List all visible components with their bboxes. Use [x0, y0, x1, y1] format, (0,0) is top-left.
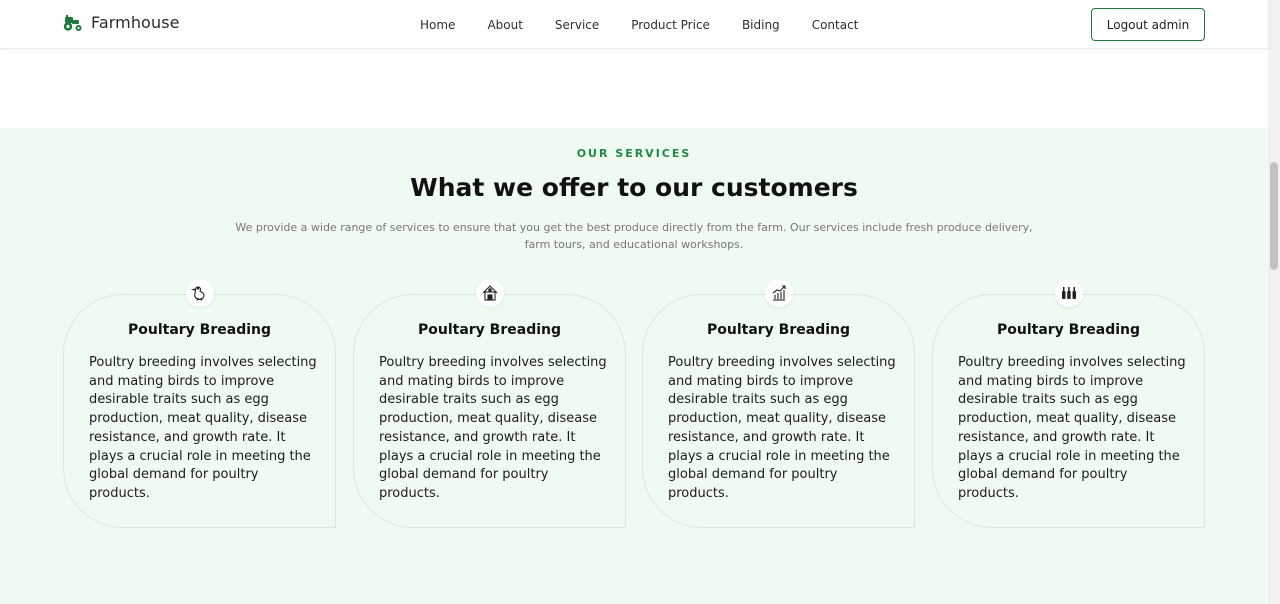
- brand[interactable]: Farmhouse: [63, 13, 180, 32]
- card-title: Poultary Breading: [996, 322, 1140, 338]
- scrollbar-thumb[interactable]: [1270, 162, 1278, 270]
- section-description: We provide a wide range of services to e…: [235, 221, 1033, 251]
- navbar: Farmhouse Home About Service Product Pri…: [0, 0, 1268, 49]
- nav-link-service[interactable]: Service: [539, 18, 615, 32]
- card-title: Poultary Breading: [417, 322, 561, 338]
- tractor-icon: [63, 14, 82, 31]
- card-text: Poultry breeding involves selecting and …: [89, 355, 317, 501]
- service-card: Poultary Breading Poultry breeding invol…: [63, 279, 336, 528]
- nav-link-contact[interactable]: Contact: [796, 18, 875, 32]
- logout-button[interactable]: Logout admin: [1091, 8, 1205, 41]
- nav-link-about[interactable]: About: [471, 18, 538, 32]
- barn-icon: [475, 279, 504, 307]
- chicken-icon: [185, 279, 214, 307]
- service-card: Poultary Breading Poultry breeding invol…: [932, 279, 1205, 528]
- nav-links: Home About Service Product Price Biding …: [404, 0, 874, 49]
- card-title: Poultary Breading: [706, 322, 850, 338]
- nav-link-product-price[interactable]: Product Price: [615, 18, 726, 32]
- card-text: Poultry breeding involves selecting and …: [379, 355, 607, 501]
- brand-name: Farmhouse: [91, 13, 180, 32]
- section-eyebrow: OUR SERVICES: [576, 147, 692, 160]
- card-text: Poultry breeding involves selecting and …: [668, 355, 896, 501]
- section-title: What we offer to our customers: [410, 173, 858, 202]
- service-card: Poultary Breading Poultry breeding invol…: [642, 279, 915, 528]
- card-title: Poultary Breading: [127, 322, 271, 338]
- page-scrollbar[interactable]: [1268, 0, 1280, 604]
- growth-chart-icon: [764, 279, 793, 307]
- nav-link-home[interactable]: Home: [404, 18, 471, 32]
- card-text: Poultry breeding involves selecting and …: [958, 355, 1186, 501]
- nav-link-biding[interactable]: Biding: [726, 18, 796, 32]
- service-card: Poultary Breading Poultry breeding invol…: [353, 279, 626, 528]
- services-section: OUR SERVICES What we offer to our custom…: [0, 128, 1268, 604]
- bottles-icon: [1054, 279, 1083, 307]
